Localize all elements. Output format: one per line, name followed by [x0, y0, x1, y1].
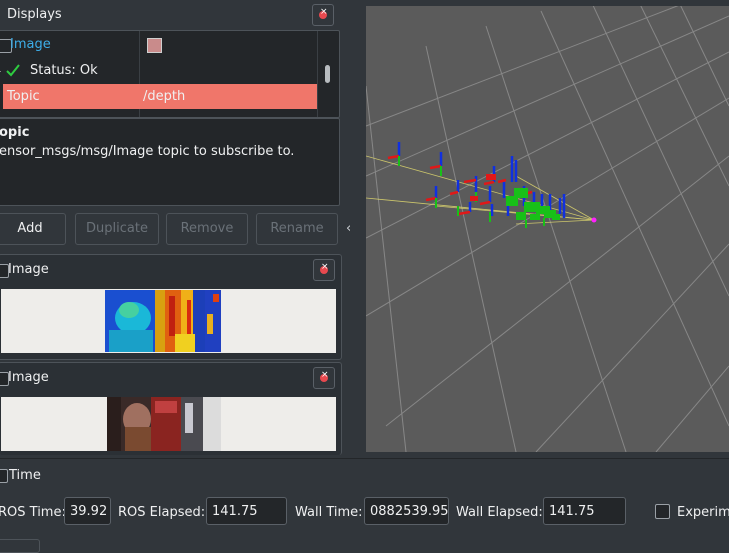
wall-time-field[interactable]: 0882539.95: [364, 497, 449, 525]
remove-button[interactable]: Remove: [166, 213, 248, 245]
close-icon: [320, 262, 329, 274]
rename-button[interactable]: Rename: [256, 213, 338, 245]
property-description: opic ensor_msgs/msg/Image topic to subsc…: [0, 118, 340, 206]
render-viewport[interactable]: [366, 6, 729, 452]
description-title: opic: [0, 125, 30, 140]
close-icon: [320, 370, 329, 382]
image-panel-close-button[interactable]: [313, 259, 335, 281]
image-panel-title: Image: [8, 262, 49, 277]
color-swatch-icon[interactable]: [147, 38, 162, 53]
displays-close-button[interactable]: [312, 4, 334, 26]
displays-panel: Displays Image Status: Ok Topic /depth o…: [0, 0, 340, 250]
description-text: ensor_msgs/msg/Image topic to subscribe …: [0, 144, 295, 159]
tree-item-image-label: Image: [10, 37, 51, 52]
image-view-area: [1, 289, 336, 353]
wall-time-label: Wall Time:: [295, 505, 363, 520]
tree-item-status-label: Status: Ok: [30, 63, 98, 78]
add-button[interactable]: Add: [0, 213, 66, 245]
displays-tree: Image Status: Ok Topic /depth: [0, 30, 340, 118]
tree-scrollbar[interactable]: [325, 65, 330, 83]
time-panel-checkbox[interactable]: [0, 469, 8, 483]
image-panel-color: Image: [0, 362, 342, 455]
displays-title: Displays: [7, 7, 62, 22]
collapse-arrow-icon[interactable]: ‹: [346, 221, 351, 236]
ros-time-field[interactable]: 39.92: [64, 497, 111, 525]
ros-elapsed-label: ROS Elapsed:: [118, 505, 206, 520]
checkmark-icon: [6, 64, 20, 77]
tree-item-status[interactable]: Status: Ok: [0, 59, 317, 83]
depth-image: [105, 290, 221, 352]
grid-scene: [366, 6, 729, 452]
ros-elapsed-field[interactable]: 141.75: [206, 497, 287, 525]
wall-elapsed-field[interactable]: 141.75: [543, 497, 626, 525]
experimental-label: Experime: [677, 505, 729, 520]
tree-item-topic[interactable]: Topic /depth: [3, 84, 317, 109]
duplicate-button[interactable]: Duplicate: [75, 213, 159, 245]
image-view-area: [1, 397, 336, 451]
close-icon: [319, 7, 328, 19]
time-panel: Time ROS Time: 39.92 ROS Elapsed: 141.75…: [0, 458, 729, 553]
image-panel-title: Image: [8, 370, 49, 385]
image-panel-close-button[interactable]: [313, 367, 335, 389]
wall-elapsed-label: Wall Elapsed:: [456, 505, 543, 520]
image-panel-depth: Image: [0, 254, 342, 360]
tree-branch-icon: [0, 71, 1, 72]
tree-item-topic-value[interactable]: /depth: [143, 89, 185, 105]
ros-time-label: ROS Time:: [0, 505, 66, 520]
time-panel-title: Time: [9, 468, 41, 483]
reset-button-edge[interactable]: [0, 539, 40, 553]
camera-image: [107, 397, 221, 451]
tree-item-topic-label: Topic: [7, 89, 40, 104]
tree-item-image[interactable]: Image: [0, 33, 317, 57]
experimental-checkbox[interactable]: [655, 504, 670, 519]
